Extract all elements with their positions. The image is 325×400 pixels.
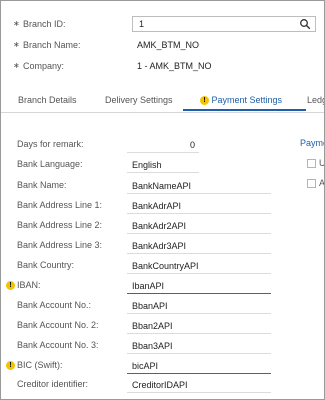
required-marker: ∗ [13, 40, 20, 49]
warning-icon: ! [6, 281, 15, 290]
bank-address-1-value: BankAdrAPI [132, 201, 182, 211]
bank-country-input[interactable]: BankCountryAPI [127, 257, 271, 274]
bank-name-value: BankNameAPI [132, 181, 192, 191]
days-for-remark-input[interactable]: 0 [127, 136, 199, 153]
branch-id-input[interactable]: 1 [132, 16, 316, 32]
tab-payment-settings-label: Payment Settings [211, 95, 283, 105]
tab-ledger[interactable]: Ledg [307, 95, 324, 105]
bank-language-value: English [132, 160, 162, 170]
field-bank-account-2: Bank Account No. 2: Bban2API [1, 316, 301, 336]
payment-section-link[interactable]: Payme [300, 138, 324, 148]
tab-delivery-settings[interactable]: Delivery Settings [105, 95, 173, 105]
tab-payment-settings[interactable]: ! Payment Settings [200, 95, 282, 105]
creditor-identifier-label: Creditor identifier: [17, 379, 89, 389]
iban-input[interactable]: IbanAPI [127, 277, 271, 294]
branch-id-label: Branch ID: [23, 19, 66, 29]
field-bank-account-1: Bank Account No.: BbanAPI [1, 296, 301, 316]
bank-address-1-input[interactable]: BankAdrAPI [127, 197, 271, 214]
bank-address-2-input[interactable]: BankAdr2API [127, 217, 271, 234]
field-creditor-identifier: Creditor identifier: CreditorIDAPI [1, 375, 301, 395]
company-value[interactable]: 1 - AMK_BTM_NO [137, 58, 212, 74]
bank-account-3-input[interactable]: Bban3API [127, 337, 271, 354]
field-bank-address-3: Bank Address Line 3: BankAdr3API [1, 236, 301, 256]
bic-swift-value: bicAPI [132, 361, 159, 371]
required-marker: ∗ [13, 19, 20, 28]
branch-form-window: ∗ Branch ID: 1 ∗ Branch Name: AMK_BTM_NO… [0, 0, 325, 400]
field-days-for-remark: Days for remark: 0 [1, 135, 301, 155]
bank-account-1-input[interactable]: BbanAPI [127, 297, 271, 314]
warning-icon: ! [6, 361, 15, 370]
option-checkbox-2[interactable] [307, 179, 316, 188]
field-bank-language: Bank Language: English [1, 155, 301, 175]
bank-name-input[interactable]: BankNameAPI [127, 177, 271, 194]
field-iban: ! IBAN: IbanAPI [1, 276, 301, 296]
creditor-identifier-input[interactable]: CreditorIDAPI [127, 376, 271, 393]
bank-account-2-label: Bank Account No. 2: [17, 320, 99, 330]
bank-address-3-value: BankAdr3API [132, 241, 187, 251]
branch-id-value: 1 [139, 19, 145, 29]
field-bic-swift: ! BIC (Swift): bicAPI [1, 356, 301, 376]
bank-address-3-input[interactable]: BankAdr3API [127, 237, 271, 254]
bank-account-1-label: Bank Account No.: [17, 300, 92, 310]
company-label: Company: [23, 61, 65, 71]
option-checkbox-1[interactable] [307, 159, 316, 168]
branch-name-value[interactable]: AMK_BTM_NO [137, 37, 199, 53]
iban-label: IBAN: [17, 280, 41, 290]
field-bank-address-2: Bank Address Line 2: BankAdr2API [1, 216, 301, 236]
bank-account-2-input[interactable]: Bban2API [127, 317, 271, 334]
bank-name-label: Bank Name: [17, 180, 67, 190]
bank-account-3-label: Bank Account No. 3: [17, 340, 99, 350]
bank-language-select[interactable]: English [127, 156, 199, 173]
option-label-1: U [319, 158, 325, 168]
tab-branch-details[interactable]: Branch Details [18, 95, 77, 105]
field-bank-country: Bank Country: BankCountryAPI [1, 256, 301, 276]
bank-address-2-value: BankAdr2API [132, 221, 187, 231]
bank-address-2-label: Bank Address Line 2: [17, 220, 103, 230]
bank-address-1-label: Bank Address Line 1: [17, 200, 103, 210]
creditor-identifier-value: CreditorIDAPI [132, 380, 188, 390]
option-label-2: A [319, 178, 325, 188]
bank-account-2-value: Bban2API [132, 321, 173, 331]
search-icon[interactable] [299, 18, 311, 30]
bank-country-label: Bank Country: [17, 260, 75, 270]
field-bank-address-1: Bank Address Line 1: BankAdrAPI [1, 196, 301, 216]
bank-country-value: BankCountryAPI [132, 261, 199, 271]
bank-account-3-value: Bban3API [132, 341, 173, 351]
bank-address-3-label: Bank Address Line 3: [17, 240, 103, 250]
bic-swift-input[interactable]: bicAPI [127, 357, 271, 374]
field-bank-account-3: Bank Account No. 3: Bban3API [1, 336, 301, 356]
bic-swift-label: BIC (Swift): [17, 360, 63, 370]
days-for-remark-value: 0 [189, 140, 195, 150]
bank-account-1-value: BbanAPI [132, 301, 168, 311]
required-marker: ∗ [13, 61, 20, 70]
iban-value: IbanAPI [132, 281, 165, 291]
bank-language-label: Bank Language: [17, 159, 83, 169]
days-for-remark-label: Days for remark: [17, 139, 84, 149]
field-bank-name: Bank Name: BankNameAPI [1, 176, 301, 196]
branch-name-label: Branch Name: [23, 40, 81, 50]
warning-icon: ! [200, 96, 209, 105]
active-tab-indicator [183, 109, 306, 111]
